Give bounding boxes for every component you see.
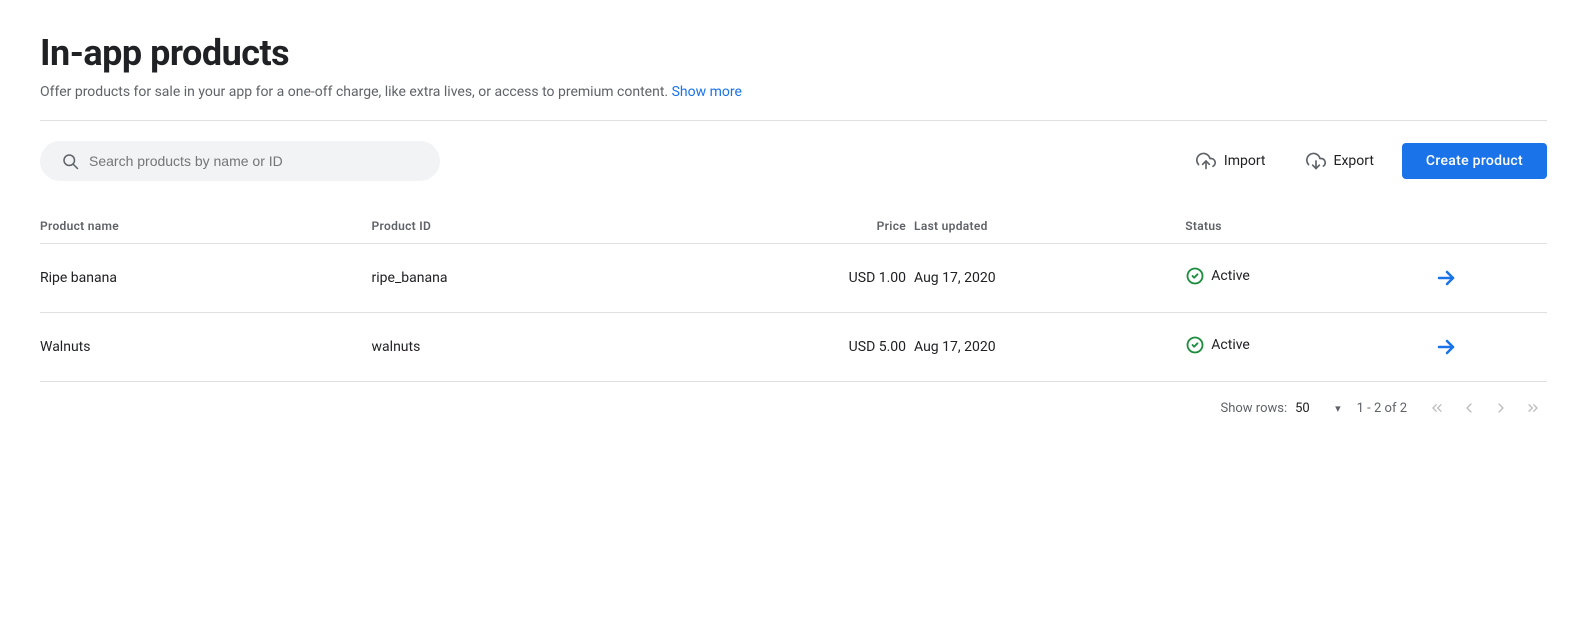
arrow-right-icon bbox=[1434, 335, 1458, 359]
create-product-button[interactable]: Create product bbox=[1402, 143, 1547, 179]
status-label: Active bbox=[1211, 337, 1250, 353]
import-label: Import bbox=[1224, 153, 1266, 169]
search-box bbox=[40, 141, 440, 181]
last-page-icon bbox=[1525, 400, 1541, 416]
active-status-icon bbox=[1185, 335, 1205, 355]
cell-last-updated: Aug 17, 2020 bbox=[914, 313, 1185, 382]
cell-price: USD 1.00 bbox=[703, 244, 914, 313]
search-icon bbox=[61, 152, 79, 170]
cell-price: USD 5.00 bbox=[703, 313, 914, 382]
row-detail-button[interactable] bbox=[1426, 331, 1466, 363]
export-label: Export bbox=[1334, 153, 1374, 169]
cell-arrow[interactable] bbox=[1426, 244, 1547, 313]
next-page-icon bbox=[1493, 400, 1509, 416]
last-page-button[interactable] bbox=[1519, 396, 1547, 420]
prev-page-icon bbox=[1461, 400, 1477, 416]
export-icon bbox=[1306, 151, 1326, 171]
subtitle-text: Offer products for sale in your app for … bbox=[40, 84, 668, 100]
col-header-id: Product ID bbox=[372, 209, 704, 244]
table-row: Ripe bananaripe_bananaUSD 1.00Aug 17, 20… bbox=[40, 244, 1547, 313]
products-table: Product name Product ID Price Last updat… bbox=[40, 209, 1547, 382]
page-subtitle: Offer products for sale in your app for … bbox=[40, 84, 1547, 100]
cell-product-name: Ripe banana bbox=[40, 244, 372, 313]
next-page-button[interactable] bbox=[1487, 396, 1515, 420]
active-status-icon bbox=[1185, 266, 1205, 286]
cell-last-updated: Aug 17, 2020 bbox=[914, 244, 1185, 313]
show-more-link[interactable]: Show more bbox=[672, 84, 742, 100]
page-title: In-app products bbox=[40, 32, 1547, 74]
status-badge: Active bbox=[1185, 266, 1250, 286]
col-header-name: Product name bbox=[40, 209, 372, 244]
cell-status: Active bbox=[1185, 313, 1426, 382]
export-button[interactable]: Export bbox=[1294, 143, 1386, 179]
col-header-price: Price bbox=[703, 209, 914, 244]
rows-per-page-select[interactable]: 50 25 100 bbox=[1295, 401, 1333, 416]
pagination-row: Show rows: 50 25 100 1 - 2 of 2 bbox=[40, 382, 1547, 420]
rows-label: Show rows: bbox=[1221, 401, 1288, 416]
cell-status: Active bbox=[1185, 244, 1426, 313]
rows-per-page-control: Show rows: 50 25 100 bbox=[1221, 401, 1341, 416]
pagination-buttons bbox=[1423, 396, 1547, 420]
page-info: 1 - 2 of 2 bbox=[1357, 401, 1407, 416]
cell-product-id: ripe_banana bbox=[372, 244, 704, 313]
toolbar: Import Export Create product bbox=[40, 141, 1547, 181]
cell-product-name: Walnuts bbox=[40, 313, 372, 382]
cell-product-id: walnuts bbox=[372, 313, 704, 382]
section-divider bbox=[40, 120, 1547, 121]
row-detail-button[interactable] bbox=[1426, 262, 1466, 294]
col-header-updated: Last updated bbox=[914, 209, 1185, 244]
col-header-arrow bbox=[1426, 209, 1547, 244]
table-header-row: Product name Product ID Price Last updat… bbox=[40, 209, 1547, 244]
arrow-right-icon bbox=[1434, 266, 1458, 290]
status-badge: Active bbox=[1185, 335, 1250, 355]
import-icon bbox=[1196, 151, 1216, 171]
col-header-status: Status bbox=[1185, 209, 1426, 244]
prev-page-button[interactable] bbox=[1455, 396, 1483, 420]
first-page-icon bbox=[1429, 400, 1445, 416]
cell-arrow[interactable] bbox=[1426, 313, 1547, 382]
import-button[interactable]: Import bbox=[1184, 143, 1278, 179]
table-row: WalnutswalnutsUSD 5.00Aug 17, 2020 Activ… bbox=[40, 313, 1547, 382]
search-input[interactable] bbox=[89, 153, 419, 169]
first-page-button[interactable] bbox=[1423, 396, 1451, 420]
status-label: Active bbox=[1211, 268, 1250, 284]
